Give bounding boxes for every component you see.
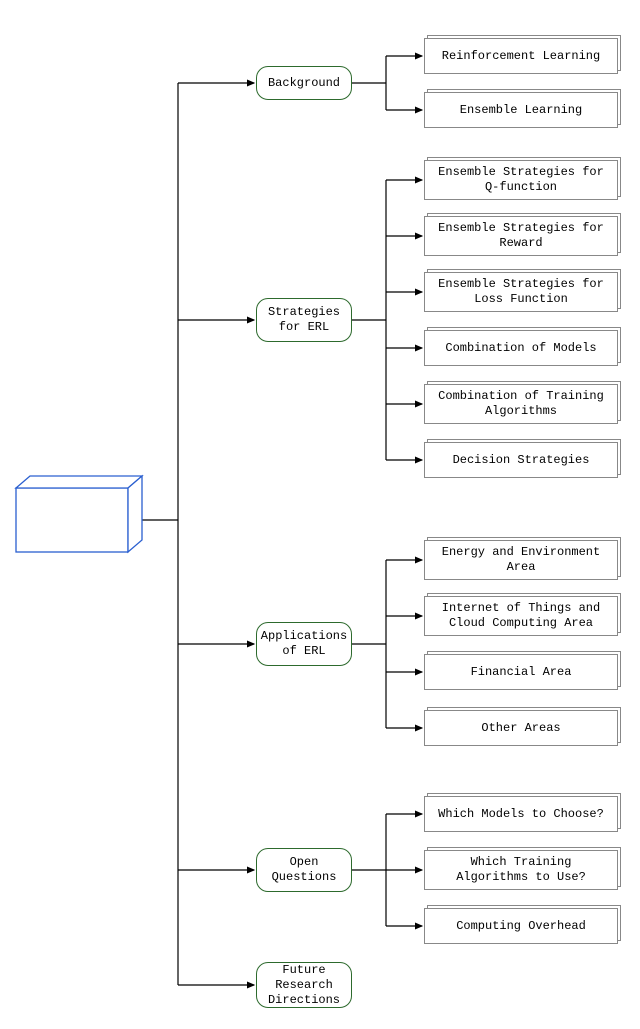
root-cube <box>0 0 640 1029</box>
